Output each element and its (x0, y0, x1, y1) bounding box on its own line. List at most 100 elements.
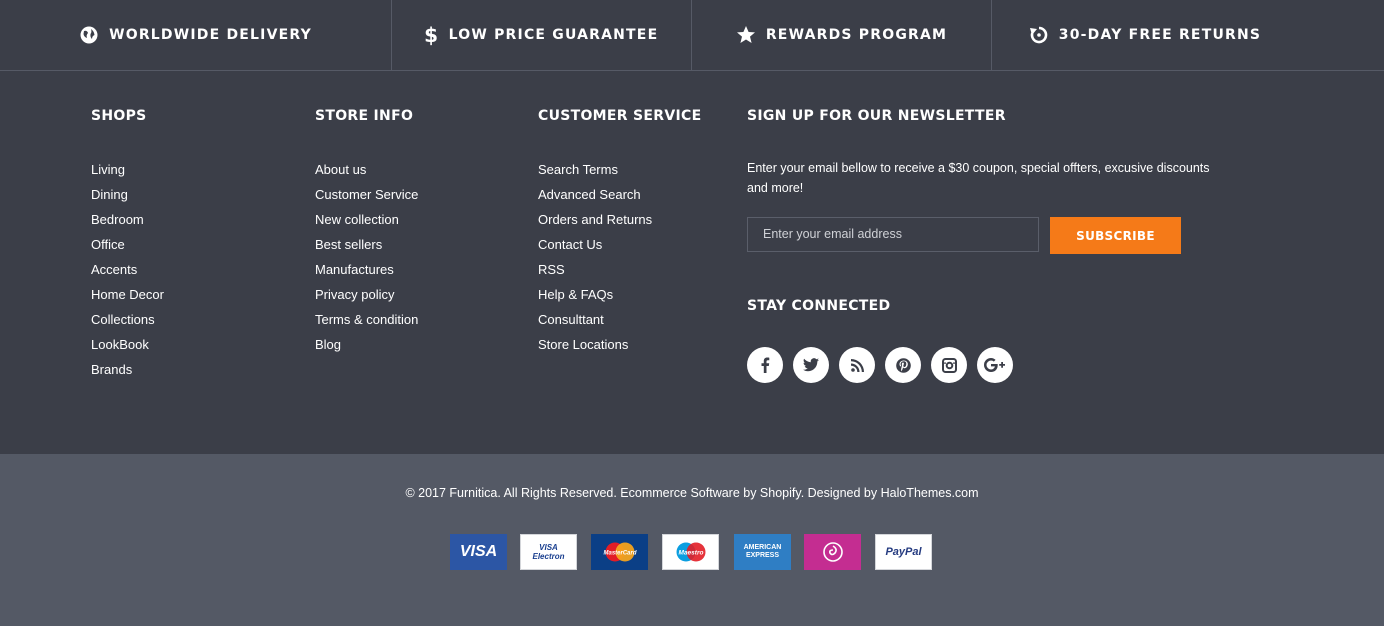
instagram-icon[interactable] (931, 347, 967, 383)
paypal-logo: PayPal (875, 534, 932, 570)
mastercard-text: MasterCard (603, 551, 636, 557)
feature-rewards: REWARDS PROGRAM (692, 0, 991, 70)
list-item: Collections (91, 311, 164, 336)
american-express-logo: AMERICAN EXPRESS (734, 534, 791, 570)
customer-service-list: Search Terms Advanced Search Orders and … (538, 161, 652, 361)
shops-link-office[interactable]: Office (91, 237, 125, 252)
copyright-text: © 2017 Furnitica. All Rights Reserved. E… (405, 486, 979, 500)
list-item: RSS (538, 261, 652, 286)
store-info-link-blog[interactable]: Blog (315, 337, 341, 352)
list-item: Help & FAQs (538, 286, 652, 311)
maestro-logo: Maestro (662, 534, 719, 570)
list-item: Orders and Returns (538, 211, 652, 236)
visa-electron-text: VISA Electron (532, 543, 565, 561)
feature-label: LOW PRICE GUARANTEE (448, 27, 659, 43)
list-item: Manufactures (315, 261, 418, 286)
store-info-link-manufactures[interactable]: Manufactures (315, 262, 394, 277)
email-input[interactable]: Enter your email address (747, 217, 1039, 252)
feature-label: 30-DAY FREE RETURNS (1058, 27, 1262, 43)
facebook-icon[interactable] (747, 347, 783, 383)
newsletter-heading: SIGN UP FOR OUR NEWSLETTER (747, 108, 1006, 124)
cs-link-consultant[interactable]: Consulttant (538, 312, 604, 327)
rss-icon[interactable] (839, 347, 875, 383)
shops-list: Living Dining Bedroom Office Accents Hom… (91, 161, 164, 386)
newsletter-description: Enter your email bellow to receive a $30… (747, 161, 1210, 195)
list-item: Best sellers (315, 236, 418, 261)
globe-icon (79, 25, 99, 45)
store-info-list: About us Customer Service New collection… (315, 161, 418, 361)
cs-link-help-faqs[interactable]: Help & FAQs (538, 287, 613, 302)
refresh-icon (1029, 25, 1049, 45)
list-item: Dining (91, 186, 164, 211)
feature-label: WORLDWIDE DELIVERY (109, 27, 312, 43)
feature-worldwide-delivery: WORLDWIDE DELIVERY (0, 0, 391, 70)
shops-column: SHOPS Living Dining Bedroom Office Accen… (91, 108, 164, 377)
visa-logo: VISA (450, 534, 507, 570)
customer-service-column: CUSTOMER SERVICE Search Terms Advanced S… (538, 108, 702, 352)
store-info-link-best-sellers[interactable]: Best sellers (315, 237, 382, 252)
mastercard-logo: MasterCard (591, 534, 648, 570)
twitter-icon[interactable] (793, 347, 829, 383)
list-item: Blog (315, 336, 418, 361)
store-info-link-about[interactable]: About us (315, 162, 366, 177)
cs-link-rss[interactable]: RSS (538, 262, 565, 277)
list-item: Bedroom (91, 211, 164, 236)
star-icon (736, 25, 756, 45)
email-placeholder: Enter your email address (763, 227, 902, 241)
list-item: Advanced Search (538, 186, 652, 211)
stay-connected-heading: STAY CONNECTED (747, 298, 891, 314)
store-info-heading: STORE INFO (315, 108, 414, 124)
list-item: Search Terms (538, 161, 652, 186)
cs-link-orders-returns[interactable]: Orders and Returns (538, 212, 652, 227)
customer-service-heading: CUSTOMER SERVICE (538, 108, 702, 124)
list-item: LookBook (91, 336, 164, 361)
shops-link-brands[interactable]: Brands (91, 362, 132, 377)
list-item: Living (91, 161, 164, 186)
newsletter-column: SIGN UP FOR OUR NEWSLETTER Enter your em… (747, 108, 1210, 383)
list-item: Home Decor (91, 286, 164, 311)
feature-free-returns: 30-DAY FREE RETURNS (992, 0, 1298, 70)
feature-low-price: $ LOW PRICE GUARANTEE (392, 0, 691, 70)
features-bar: WORLDWIDE DELIVERY $ LOW PRICE GUARANTEE… (0, 0, 1384, 71)
list-item: Customer Service (315, 186, 418, 211)
list-item: Brands (91, 361, 164, 386)
list-item: Store Locations (538, 336, 652, 361)
dollar-icon: $ (424, 23, 440, 47)
store-info-column: STORE INFO About us Customer Service New… (315, 108, 418, 352)
shops-link-accents[interactable]: Accents (91, 262, 137, 277)
list-item: Office (91, 236, 164, 261)
cs-link-search-terms[interactable]: Search Terms (538, 162, 618, 177)
shops-link-bedroom[interactable]: Bedroom (91, 212, 144, 227)
list-item: Consulttant (538, 311, 652, 336)
feature-label: REWARDS PROGRAM (765, 27, 948, 43)
shops-link-dining[interactable]: Dining (91, 187, 128, 202)
store-info-link-new-collection[interactable]: New collection (315, 212, 399, 227)
footer-bottom: © 2017 Furnitica. All Rights Reserved. E… (0, 454, 1384, 626)
cs-link-advanced-search[interactable]: Advanced Search (538, 187, 641, 202)
google-plus-icon[interactable] (977, 347, 1013, 383)
subscribe-button[interactable]: SUBSCRIBE (1050, 217, 1181, 254)
list-item: Privacy policy (315, 286, 418, 311)
amex-text: AMERICAN EXPRESS (743, 544, 782, 559)
shops-heading: SHOPS (91, 108, 147, 124)
shops-link-living[interactable]: Living (91, 162, 125, 177)
visa-electron-logo: VISA Electron (520, 534, 577, 570)
list-item: Accents (91, 261, 164, 286)
maestro-text: Maestro (678, 550, 703, 557)
shops-link-home-decor[interactable]: Home Decor (91, 287, 164, 302)
shops-link-collections[interactable]: Collections (91, 312, 155, 327)
paypal-text: PayPal (885, 546, 922, 558)
store-info-link-customer-service[interactable]: Customer Service (315, 187, 418, 202)
shops-link-lookbook[interactable]: LookBook (91, 337, 149, 352)
payment-swirl-logo (804, 534, 861, 570)
store-info-link-terms[interactable]: Terms & condition (315, 312, 418, 327)
list-item: Terms & condition (315, 311, 418, 336)
pinterest-icon[interactable] (885, 347, 921, 383)
cs-link-contact[interactable]: Contact Us (538, 237, 602, 252)
store-info-link-privacy[interactable]: Privacy policy (315, 287, 394, 302)
list-item: Contact Us (538, 236, 652, 261)
cs-link-store-locations[interactable]: Store Locations (538, 337, 628, 352)
list-item: New collection (315, 211, 418, 236)
list-item: About us (315, 161, 418, 186)
visa-logo-text: VISA (459, 543, 498, 560)
